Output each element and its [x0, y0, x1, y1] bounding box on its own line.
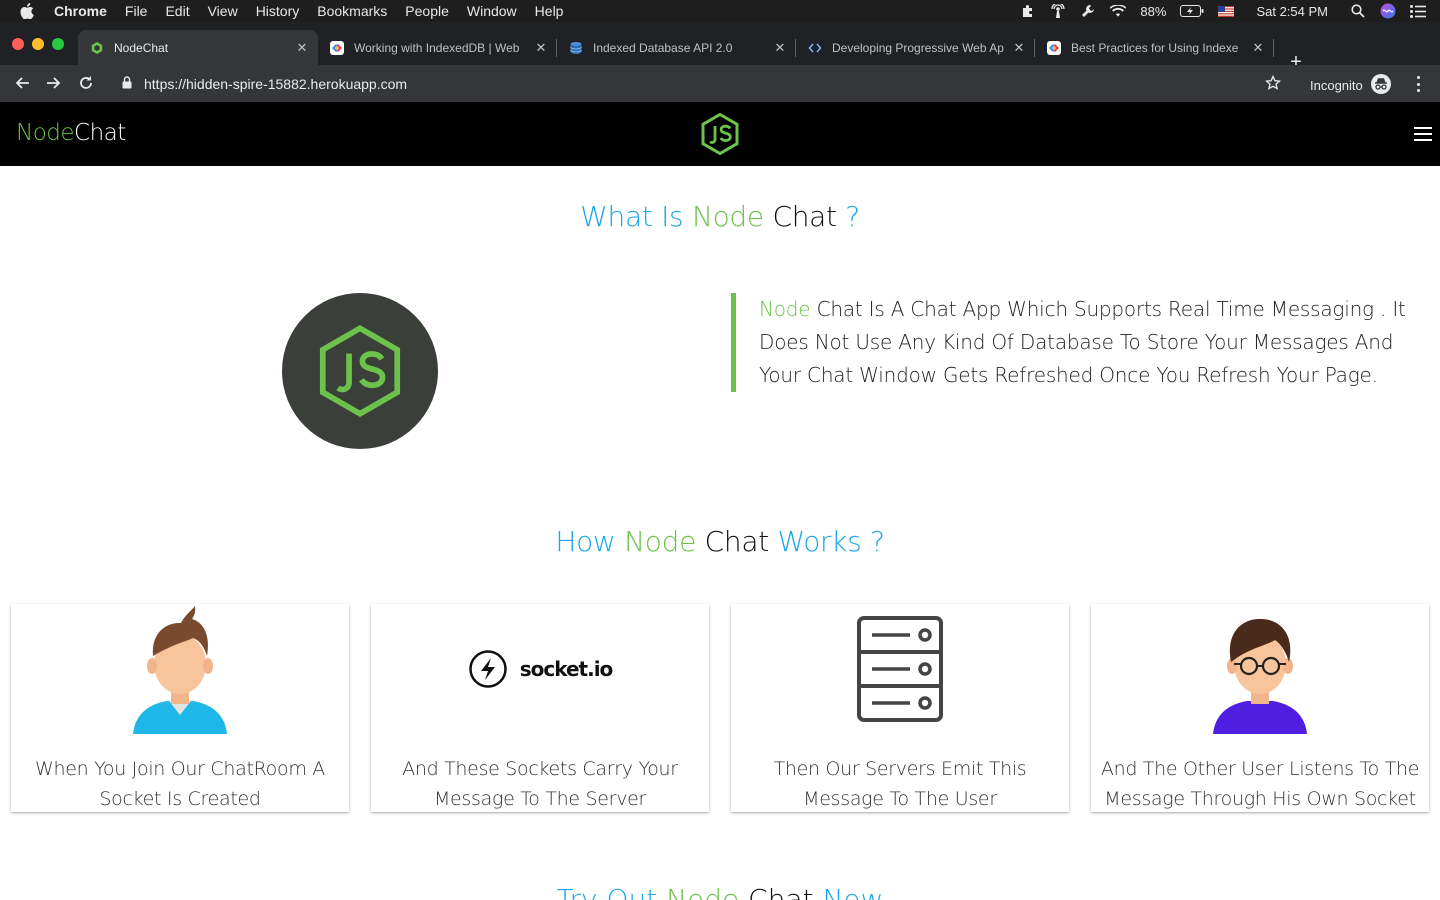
incognito-label: Incognito	[1310, 78, 1363, 93]
tab-developing-pwa[interactable]: Developing Progressive Web Ap ✕	[796, 30, 1035, 65]
bookmark-star-icon[interactable]	[1263, 73, 1283, 93]
hamburger-menu-icon[interactable]	[1414, 127, 1432, 141]
how-it-works-heading: How Node Chat Works ?	[555, 525, 885, 558]
tab-working-with-indexeddb[interactable]: Working with IndexedDB | Web ✕	[318, 30, 557, 65]
close-tab-icon[interactable]: ✕	[294, 40, 310, 56]
back-arrow-icon[interactable]	[12, 73, 32, 93]
step-card-listen: And The Other User Listens To The Messag…	[1091, 604, 1429, 812]
us-flag-icon[interactable]	[1218, 4, 1235, 18]
nodejs-logo-icon[interactable]	[699, 112, 741, 156]
step-card-join: When You Join Our ChatRoom A Socket Is C…	[11, 604, 349, 812]
menu-bookmarks[interactable]: Bookmarks	[317, 3, 387, 19]
menubar-clock[interactable]: Sat 2:54 PM	[1256, 4, 1328, 19]
tab-nodechat[interactable]: NodeChat ✕	[78, 30, 318, 65]
close-tab-icon[interactable]: ✕	[1011, 40, 1027, 56]
step-caption: Then Our Servers Emit This Message To Th…	[773, 758, 1027, 810]
what-is-heading: What Is Node Chat ?	[580, 200, 860, 233]
zoom-window-button[interactable]	[52, 38, 64, 50]
notification-center-icon[interactable]	[1410, 4, 1426, 18]
menu-edit[interactable]: Edit	[165, 3, 189, 19]
step-caption: And The Other User Listens To The Messag…	[1100, 758, 1420, 810]
lock-icon[interactable]	[122, 76, 134, 92]
puzzle-icon[interactable]	[1020, 4, 1036, 18]
siri-icon[interactable]	[1380, 3, 1396, 19]
browser-tab-strip: NodeChat ✕ Working with IndexedDB | Web …	[0, 22, 1440, 72]
user-avatar-boy-icon	[11, 604, 349, 734]
menu-app-chrome[interactable]: Chrome	[54, 3, 107, 19]
tab-title: NodeChat	[114, 40, 169, 55]
browser-toolbar: https://hidden-spire-15882.herokuapp.com…	[0, 65, 1440, 102]
tab-title: Working with IndexedDB | Web	[354, 40, 520, 55]
reload-icon[interactable]	[76, 73, 96, 93]
close-tab-icon[interactable]: ✕	[533, 40, 549, 56]
menu-view[interactable]: View	[208, 3, 238, 19]
socketio-wordmark: socket.io	[519, 657, 614, 681]
web-dev-favicon-icon	[1047, 40, 1061, 55]
url-text[interactable]: https://hidden-spire-15882.herokuapp.com	[144, 76, 407, 92]
socketio-logo: socket.io	[371, 604, 709, 734]
brand-chat-text: Chat	[74, 120, 126, 146]
address-bar[interactable]: https://hidden-spire-15882.herokuapp.com	[110, 70, 1300, 98]
nodejs-large-logo-icon	[282, 293, 438, 449]
spotlight-search-icon[interactable]	[1350, 4, 1366, 18]
browser-menu-icon[interactable]	[1410, 75, 1426, 93]
nodejs-favicon-icon	[90, 41, 104, 55]
tab-title: Developing Progressive Web Ap	[832, 40, 1004, 55]
close-window-button[interactable]	[12, 38, 24, 50]
macos-menu-bar: Chrome File Edit View History Bookmarks …	[0, 0, 1440, 22]
page-content: What Is Node Chat ? Node Chat Is A Chat …	[0, 166, 1440, 900]
wrench-icon[interactable]	[1080, 4, 1096, 18]
incognito-indicator[interactable]: Incognito	[1310, 74, 1391, 97]
description-text: Chat Is A Chat App Which Supports Real T…	[759, 297, 1406, 387]
close-tab-icon[interactable]: ✕	[772, 40, 788, 56]
user-avatar-glasses-icon	[1091, 604, 1429, 734]
close-tab-icon[interactable]: ✕	[1250, 40, 1266, 56]
minimize-window-button[interactable]	[32, 38, 44, 50]
window-controls	[12, 38, 64, 50]
step-card-sockets: socket.io And These Sockets Carry Your M…	[371, 604, 709, 812]
try-out-heading: Try Out Node Chat Now	[556, 883, 884, 900]
step-caption: And These Sockets Carry Your Message To …	[402, 758, 678, 810]
wifi-icon[interactable]	[1110, 4, 1127, 18]
forward-arrow-icon[interactable]	[44, 73, 64, 93]
menu-history[interactable]: History	[256, 3, 300, 19]
tab-title: Indexed Database API 2.0	[593, 40, 733, 55]
socketio-bolt-icon	[468, 650, 507, 688]
menu-people[interactable]: People	[405, 3, 449, 19]
web-dev-favicon-icon	[330, 40, 344, 55]
database-favicon-icon	[569, 41, 583, 55]
app-description: Node Chat Is A Chat App Which Supports R…	[731, 293, 1431, 392]
tab-best-practices-indexeddb[interactable]: Best Practices for Using Indexe ✕	[1035, 30, 1274, 65]
server-rack-icon	[731, 604, 1069, 734]
site-navbar: NodeChat	[0, 102, 1440, 166]
menu-help[interactable]: Help	[535, 3, 564, 19]
menu-window[interactable]: Window	[467, 3, 517, 19]
incognito-icon	[1370, 74, 1391, 97]
menu-file[interactable]: File	[125, 3, 148, 19]
tab-title: Best Practices for Using Indexe	[1071, 40, 1239, 55]
brand-node-text: Node	[16, 120, 75, 146]
battery-percent: 88%	[1140, 3, 1167, 19]
step-card-servers: Then Our Servers Emit This Message To Th…	[731, 604, 1069, 812]
tab-indexed-database-api[interactable]: Indexed Database API 2.0 ✕	[557, 30, 796, 65]
code-favicon-icon	[808, 41, 822, 55]
site-brand-link[interactable]: NodeChat	[16, 120, 126, 146]
apple-icon[interactable]	[20, 3, 38, 19]
step-caption: When You Join Our ChatRoom A Socket Is C…	[35, 758, 325, 810]
description-node-word: Node	[759, 297, 811, 321]
battery-charging-icon[interactable]	[1180, 4, 1204, 18]
airdrop-icon[interactable]	[1050, 4, 1066, 18]
